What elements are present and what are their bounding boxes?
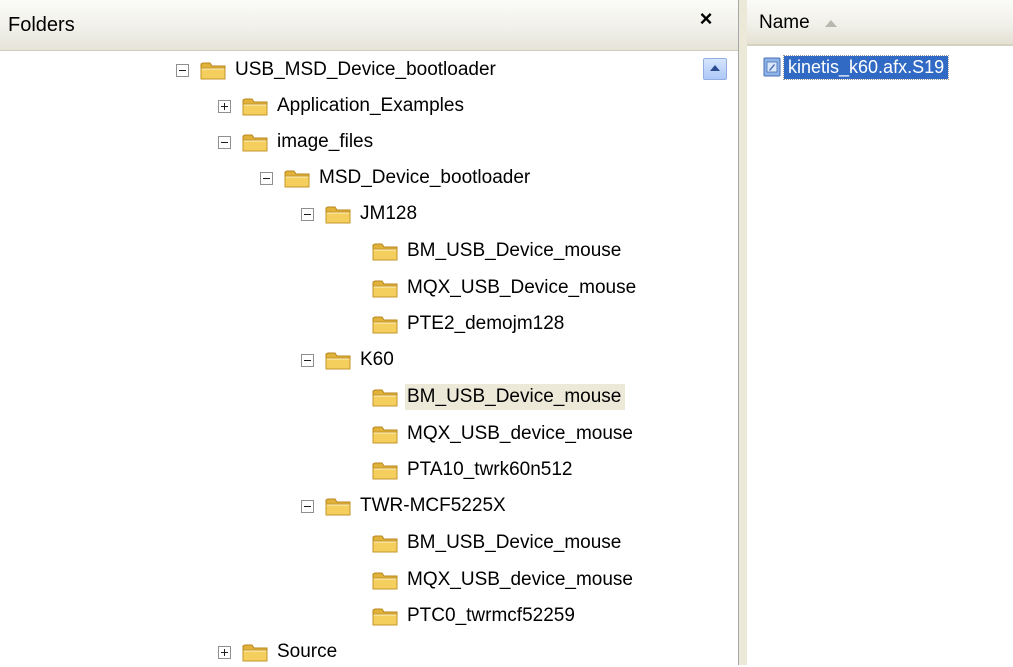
name-column-header[interactable]: Name	[759, 12, 810, 34]
folder-icon	[371, 240, 399, 262]
folders-title: Folders	[8, 14, 75, 36]
tree-item-label[interactable]: BM_USB_Device_mouse	[405, 384, 626, 410]
tree-item[interactable]: Application_Examples	[218, 91, 468, 121]
folders-header: Folders ×	[0, 0, 740, 51]
folder-icon	[199, 59, 227, 81]
folder-icon	[371, 532, 399, 554]
collapse-minus-icon[interactable]	[176, 63, 189, 77]
folder-icon	[371, 313, 399, 335]
tree-item-label[interactable]: MQX_USB_device_mouse	[405, 567, 637, 593]
tree-item-label[interactable]: USB_MSD_Device_bootloader	[233, 57, 500, 83]
folder-icon	[371, 569, 399, 591]
tree-item[interactable]: PTC0_twrmcf52259	[371, 601, 579, 631]
file-row[interactable]: kinetis_k60.afx.S19	[763, 54, 950, 80]
collapse-minus-icon[interactable]	[260, 171, 273, 185]
files-header: Name	[747, 0, 1013, 46]
tree-item-label[interactable]: MQX_USB_device_mouse	[405, 421, 637, 447]
tree-item-label[interactable]: Application_Examples	[275, 93, 468, 119]
folder-icon	[241, 131, 269, 153]
expand-plus-icon[interactable]	[218, 99, 231, 113]
files-pane: Name kinetis_k60.afx.S19	[747, 0, 1013, 665]
tree-item[interactable]: MQX_USB_Device_mouse	[371, 273, 640, 303]
tree-item-label[interactable]: MQX_USB_Device_mouse	[405, 275, 640, 301]
tree-item[interactable]: JM128	[301, 199, 421, 229]
folder-icon	[283, 167, 311, 189]
folder-icon	[324, 495, 352, 517]
tree-item[interactable]: PTE2_demojm128	[371, 309, 568, 339]
collapse-minus-icon[interactable]	[301, 207, 314, 221]
folders-pane: Folders × USB_MSD_Device_bootloader Appl…	[0, 0, 740, 667]
folder-icon	[241, 95, 269, 117]
tree-item-label[interactable]: PTA10_twrk60n512	[405, 457, 576, 483]
folder-icon	[241, 641, 269, 663]
collapse-minus-icon[interactable]	[301, 499, 314, 513]
tree-item[interactable]: K60	[301, 345, 398, 375]
tree-item[interactable]: BM_USB_Device_mouse	[371, 382, 626, 412]
folder-icon	[371, 423, 399, 445]
tree-item-label[interactable]: BM_USB_Device_mouse	[405, 530, 625, 556]
tree-item-label[interactable]: PTC0_twrmcf52259	[405, 603, 579, 629]
file-name[interactable]: kinetis_k60.afx.S19	[782, 54, 950, 80]
tree-item[interactable]: USB_MSD_Device_bootloader	[176, 55, 500, 85]
tree-item[interactable]: BM_USB_Device_mouse	[371, 236, 625, 266]
tree-item-label[interactable]: TWR-MCF5225X	[358, 493, 510, 519]
sort-ascending-icon	[825, 20, 837, 27]
folder-icon	[324, 203, 352, 225]
tree-item[interactable]: MQX_USB_device_mouse	[371, 419, 637, 449]
folder-icon	[371, 459, 399, 481]
tree-item[interactable]: Source	[218, 637, 341, 667]
tree-item[interactable]: image_files	[218, 127, 377, 157]
close-folders-button[interactable]: ×	[693, 6, 719, 32]
tree-item[interactable]: BM_USB_Device_mouse	[371, 528, 625, 558]
folder-icon	[371, 277, 399, 299]
collapse-minus-icon[interactable]	[301, 353, 314, 367]
tree-item-label[interactable]: PTE2_demojm128	[405, 311, 568, 337]
folder-icon	[371, 605, 399, 627]
tree-item[interactable]: TWR-MCF5225X	[301, 491, 510, 521]
folder-icon	[324, 349, 352, 371]
tree-item-label[interactable]: BM_USB_Device_mouse	[405, 238, 625, 264]
tree-item[interactable]: MSD_Device_bootloader	[260, 163, 534, 193]
tree-item-label[interactable]: image_files	[275, 129, 377, 155]
tree-item[interactable]: PTA10_twrk60n512	[371, 455, 576, 485]
tree-item-label[interactable]: JM128	[358, 201, 421, 227]
tree-item-label[interactable]: K60	[358, 347, 398, 373]
expand-plus-icon[interactable]	[218, 645, 231, 659]
tree-item-label[interactable]: MSD_Device_bootloader	[317, 165, 534, 191]
tree-item[interactable]: MQX_USB_device_mouse	[371, 565, 637, 595]
tree-item-label[interactable]: Source	[275, 639, 341, 665]
scroll-up-button[interactable]	[703, 58, 727, 80]
collapse-minus-icon[interactable]	[218, 135, 231, 149]
folder-icon	[371, 386, 399, 408]
s19-file-icon	[763, 57, 781, 77]
